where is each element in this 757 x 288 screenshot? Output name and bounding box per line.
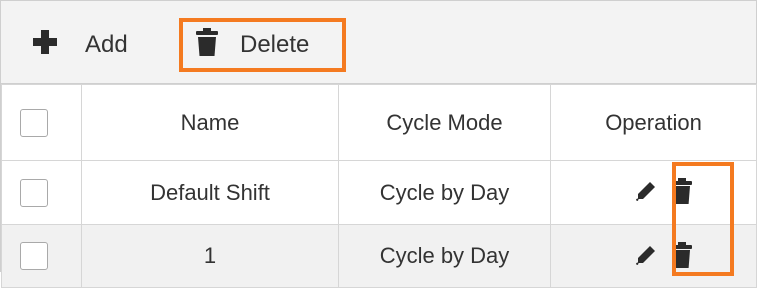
cell-cycle-mode: Cycle by Day [338,160,551,225]
table-row: Default Shift Cycle by Day [1,160,757,225]
table-header-row: Name Cycle Mode Operation [1,84,757,161]
table-row: 1 Cycle by Day [1,224,757,288]
pencil-icon[interactable] [635,245,656,265]
row-checkbox[interactable] [20,242,48,270]
header-operation: Operation [550,84,757,161]
trash-icon [196,27,218,63]
shift-management-panel: Add Delete Name Cycle Mode Operation Def… [0,0,757,288]
cell-name: Default Shift [81,160,339,225]
cell-cycle-mode: Cycle by Day [338,224,551,288]
row-select-cell [1,224,82,288]
row-checkbox[interactable] [20,178,48,207]
header-name[interactable]: Name [81,84,339,161]
delete-button[interactable]: Delete [196,23,309,67]
toolbar: Add Delete [1,1,756,84]
cell-operation [550,224,757,288]
shift-table: Name Cycle Mode Operation Default Shift … [1,84,757,288]
add-button[interactable]: Add [33,23,128,67]
header-select-all-cell [1,84,82,161]
plus-icon [33,29,57,61]
trash-icon[interactable] [671,241,692,268]
pencil-icon[interactable] [635,181,656,202]
select-all-checkbox[interactable] [20,108,48,137]
delete-label: Delete [240,31,310,58]
row-select-cell [1,160,82,225]
trash-icon[interactable] [671,178,692,204]
header-cycle-mode[interactable]: Cycle Mode [338,84,551,161]
add-label: Add [85,31,128,58]
cell-name: 1 [81,224,339,288]
cell-operation [550,160,757,225]
